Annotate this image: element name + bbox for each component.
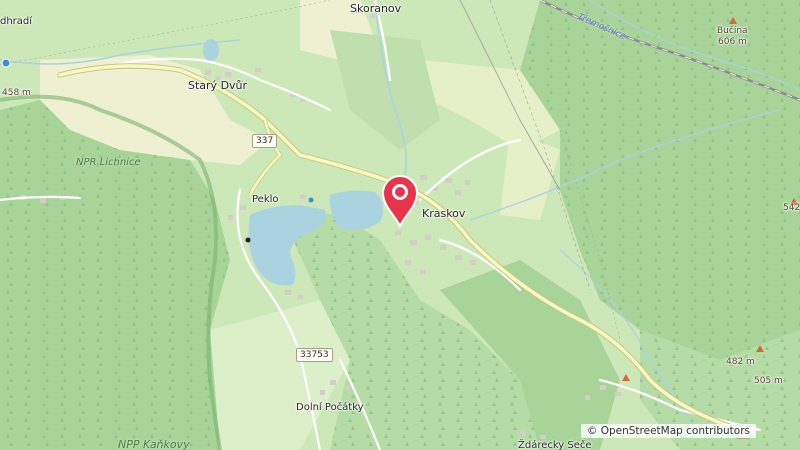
map-canvas[interactable]: Skoranov Starý Dvůr Kraskov Peklo Dolní … xyxy=(0,0,800,450)
elevation-label-505: 505 m xyxy=(754,376,783,386)
place-label-podhradi: dhradí xyxy=(0,16,33,27)
reserve-label-lichnice: NPR Lichnice xyxy=(76,157,141,168)
elevation-label-458: 458 m xyxy=(2,88,31,98)
peak-label-bucina: Bučina xyxy=(717,26,748,36)
elevation-label-542: 542 xyxy=(783,203,800,213)
road-shield-33753: 33753 xyxy=(296,348,333,362)
place-label-zdarecky: Ždárecky Seče xyxy=(518,440,592,450)
place-label-peklo: Peklo xyxy=(252,194,279,205)
elevation-label-482: 482 m xyxy=(726,357,755,367)
peak-elevation-bucina: 606 m xyxy=(718,37,747,47)
location-pin-icon[interactable] xyxy=(380,172,420,229)
place-label-stary-dvur: Starý Dvůr xyxy=(188,79,248,92)
reserve-label-kankovy: NPP Kaňkovy xyxy=(118,438,190,450)
map-attribution[interactable]: © OpenStreetMap contributors xyxy=(580,424,756,438)
place-label-skoranov: Skoranov xyxy=(350,2,402,15)
road-shield-337: 337 xyxy=(252,134,278,148)
place-label-dolni-pocatky: Dolní Počátky xyxy=(296,402,364,413)
place-label-kraskov: Kraskov xyxy=(422,207,466,220)
